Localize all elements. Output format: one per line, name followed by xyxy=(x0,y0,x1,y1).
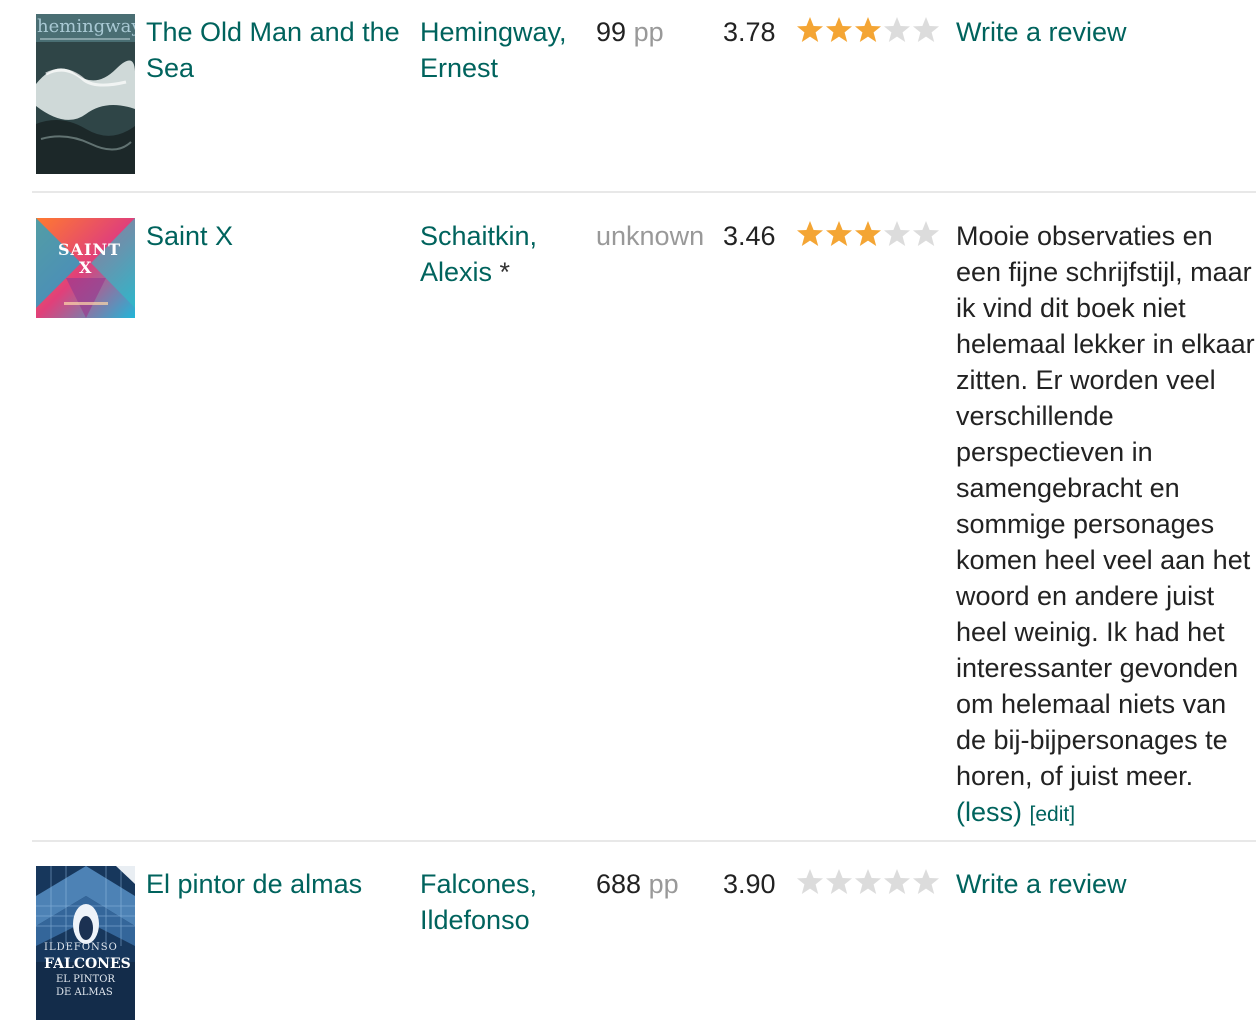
star-icon[interactable] xyxy=(911,867,941,897)
book-list: hemingway The Old Man and the Sea Heming… xyxy=(0,0,1256,1032)
star-icon[interactable] xyxy=(824,15,854,45)
book-pages: 688 pp xyxy=(596,866,721,902)
pages-number: 99 xyxy=(596,17,627,47)
star-icon[interactable] xyxy=(882,219,912,249)
write-review-link[interactable]: Write a review xyxy=(956,14,1256,50)
pages-unit: pp xyxy=(648,869,679,899)
user-rating-stars[interactable] xyxy=(795,219,940,251)
average-rating: 3.90 xyxy=(723,869,776,899)
star-icon[interactable] xyxy=(824,867,854,897)
star-icon[interactable] xyxy=(795,15,825,45)
star-icon[interactable] xyxy=(911,15,941,45)
star-icon[interactable] xyxy=(853,219,883,249)
star-icon[interactable] xyxy=(853,867,883,897)
book-title-link[interactable]: Saint X xyxy=(146,218,412,254)
user-rating-stars[interactable] xyxy=(795,867,940,899)
book-author: Schaitkin, Alexis * xyxy=(420,218,590,290)
author-marker: * xyxy=(499,257,511,287)
star-icon[interactable] xyxy=(853,15,883,45)
cover-title-line2: DE ALMAS xyxy=(56,987,113,998)
book-author-link[interactable]: Schaitkin, Alexis xyxy=(420,221,537,287)
cover-title-x: X xyxy=(79,258,92,277)
book-cover-el-pintor[interactable]: ILDEFONSO FALCONES EL PINTOR DE ALMAS xyxy=(36,866,135,1020)
row-divider xyxy=(32,840,1256,842)
book-author-link[interactable]: Falcones, Ildefonso xyxy=(420,866,590,938)
average-rating: 3.78 xyxy=(723,17,776,47)
write-review-label[interactable]: Write a review xyxy=(956,17,1127,47)
book-cover-hemingway[interactable]: hemingway xyxy=(36,14,135,174)
cover-title: SAINT xyxy=(58,240,121,259)
star-icon[interactable] xyxy=(911,219,941,249)
cover-subtitle xyxy=(40,38,130,40)
star-icon[interactable] xyxy=(795,867,825,897)
star-icon[interactable] xyxy=(882,867,912,897)
review-text: Mooie observaties en een fijne schrijfst… xyxy=(956,218,1256,833)
cover-author-last: FALCONES xyxy=(44,956,131,972)
book-pages: 99 pp xyxy=(596,14,721,50)
edit-review-link[interactable]: [edit] xyxy=(1030,803,1076,826)
pages-unit: pp xyxy=(633,17,664,47)
book-row: hemingway The Old Man and the Sea Heming… xyxy=(32,14,1256,176)
book-cover-saint-x[interactable]: SAINT X xyxy=(36,218,135,318)
star-icon[interactable] xyxy=(795,219,825,249)
book-title-link[interactable]: El pintor de almas xyxy=(146,866,412,902)
average-rating: 3.46 xyxy=(723,221,776,251)
book-author-link[interactable]: Hemingway, Ernest xyxy=(420,14,590,86)
user-rating-stars[interactable] xyxy=(795,15,940,47)
book-pages: unknown xyxy=(596,221,705,251)
write-review-label[interactable]: Write a review xyxy=(956,869,1127,899)
book-row: SAINT X Saint X Schaitkin, Alexis * unkn… xyxy=(32,218,1256,828)
cover-title-line1: EL PINTOR xyxy=(56,974,115,985)
book-row: ILDEFONSO FALCONES EL PINTOR DE ALMAS El… xyxy=(32,866,1256,1026)
star-icon[interactable] xyxy=(882,15,912,45)
write-review-link[interactable]: Write a review xyxy=(956,866,1256,902)
less-link[interactable]: (less) xyxy=(956,797,1022,827)
cover-author: ILDEFONSO xyxy=(44,942,118,953)
review-body: Mooie observaties en een fijne schrijfst… xyxy=(956,221,1255,791)
star-icon[interactable] xyxy=(824,219,854,249)
row-divider xyxy=(32,191,1256,193)
book-title-link[interactable]: The Old Man and the Sea xyxy=(146,14,412,86)
pages-number: 688 xyxy=(596,869,642,899)
cover-text: hemingway xyxy=(37,16,135,37)
